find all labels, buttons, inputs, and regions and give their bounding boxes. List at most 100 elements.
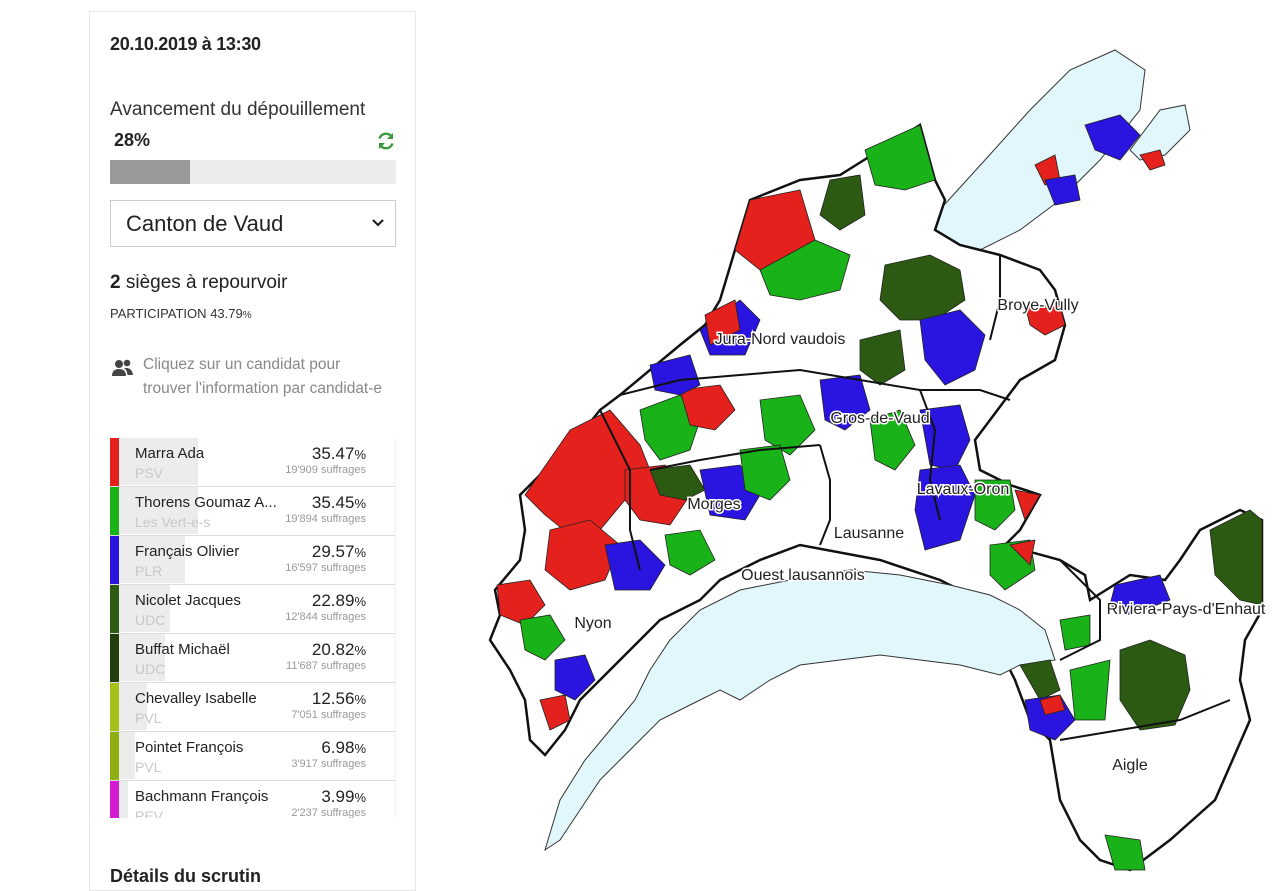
candidate-percent-unit: % <box>354 643 366 658</box>
candidate-percent: 35.47% <box>312 444 366 464</box>
candidate-percent: 22.89% <box>312 591 366 611</box>
candidate-percent-value: 3.99 <box>321 787 355 806</box>
candidate-votes: 19'909 suffrages <box>285 464 366 476</box>
party-color-bar <box>110 634 119 682</box>
candidate-percent-unit: % <box>354 692 366 707</box>
section-heading: Détails du scrutin <box>110 866 262 886</box>
update-datetime: 20.10.2019 à 13:30 <box>110 34 261 54</box>
district-label: Nyon <box>574 615 611 632</box>
candidate-percent-value: 20.82 <box>311 640 355 659</box>
candidate-row[interactable]: Nicolet Jacques UDC 22.89% 12'844 suffrages <box>110 585 396 634</box>
candidate-party: PVL <box>135 759 162 775</box>
candidate-votes: 2'237 suffrages <box>291 807 366 818</box>
users-icon <box>112 359 133 376</box>
candidate-percent-unit: % <box>354 790 366 805</box>
candidate-hint: Cliquez sur un candidat pour trouver l'i… <box>143 356 383 397</box>
candidate-votes: 3'917 suffrages <box>291 758 366 770</box>
candidate-votes: 7'051 suffrages <box>291 709 366 721</box>
candidate-percent: 29.57% <box>312 542 366 562</box>
region-select-value: Canton de Vaud <box>126 211 284 236</box>
district-label: Broye-Vully <box>997 297 1078 314</box>
count-progress-bar <box>110 160 396 184</box>
candidate-percent: 35.45% <box>312 493 366 513</box>
municipality-green[interactable] <box>864 124 936 191</box>
count-progress-fill <box>110 160 191 184</box>
candidate-name: Pointet François <box>135 739 244 756</box>
municipality-green[interactable] <box>1059 614 1091 651</box>
candidate-percent: 12.56% <box>312 689 366 709</box>
participation: PARTICIPATION 43.79% <box>110 306 252 321</box>
candidate-percent-unit: % <box>354 447 366 462</box>
candidate-votes: 19'894 suffrages <box>285 513 366 525</box>
candidate-name: Bachmann François <box>135 788 269 805</box>
seats-info: 2 sièges à repourvoir <box>110 272 287 294</box>
candidate-party: PEV <box>135 808 164 818</box>
count-progress-percent: 28% <box>114 130 151 150</box>
candidate-name: Nicolet Jacques <box>135 592 241 609</box>
candidate-percent-unit: % <box>354 594 366 609</box>
party-color-bar <box>110 536 119 584</box>
district-label: Morges <box>687 496 740 513</box>
municipality-green[interactable] <box>1069 659 1111 721</box>
party-color-bar <box>110 683 119 731</box>
district-label: Ouest lausannois <box>741 567 865 584</box>
candidate-party: UDC <box>135 612 166 628</box>
candidate-percent-unit: % <box>354 496 366 511</box>
candidate-votes: 11'687 suffrages <box>286 660 366 672</box>
candidate-row[interactable]: Bachmann François PEV 3.99% 2'237 suffrages <box>110 781 396 818</box>
candidate-percent-unit: % <box>354 545 366 560</box>
candidate-percent-value: 29.57 <box>311 542 355 561</box>
district-label: Aigle <box>1112 757 1148 774</box>
vote-share-bar <box>119 781 128 818</box>
candidate-row[interactable]: Thorens Goumaz A... Les Vert-e-s 35.45% 19'… <box>110 487 396 536</box>
party-color-bar <box>110 781 119 818</box>
candidate-name: Français Olivier <box>135 543 240 560</box>
participation-value: 43.79 <box>210 306 243 321</box>
refresh-icon[interactable] <box>376 131 396 151</box>
district-label: Riviera-Pays-d'Enhaut <box>1107 601 1266 618</box>
candidate-percent-value: 35.47 <box>311 444 355 463</box>
seats-label: sièges à repourvoir <box>125 272 288 293</box>
candidate-row[interactable]: Français Olivier PLR 29.57% 16'597 suffrage… <box>110 536 396 585</box>
candidate-percent-value: 12.56 <box>311 689 355 708</box>
candidate-list-scrollbar[interactable] <box>395 438 396 818</box>
party-color-bar <box>110 732 119 780</box>
seats-count: 2 <box>110 272 121 293</box>
candidate-votes: 12'844 suffrages <box>285 611 366 623</box>
vote-share-bar <box>119 732 135 779</box>
region-select[interactable]: Canton de Vaud <box>110 200 396 247</box>
party-color-bar <box>110 438 119 486</box>
district-label: Lavaux-Oron <box>917 481 1010 498</box>
district-label: Jura-Nord vaudois <box>715 331 846 348</box>
candidate-name: Buffat Michaël <box>135 641 230 658</box>
candidate-percent: 6.98% <box>321 738 366 758</box>
party-color-bar <box>110 487 119 535</box>
candidate-percent-unit: % <box>354 741 366 756</box>
participation-unit: % <box>242 310 252 321</box>
chevron-down-icon <box>372 219 384 227</box>
candidate-votes: 16'597 suffrages <box>285 562 366 574</box>
candidate-party: UDC <box>135 661 166 677</box>
vaud-results-map[interactable]: Jura-Nord vaudois Broye-Vully Gros-de-Vaud… <box>470 40 1270 875</box>
candidate-list[interactable]: Marra Ada PSV 35.47% 19'909 suffrages Thoren… <box>110 438 396 818</box>
results-panel: 20.10.2019 à 13:30 Avancement du dépouil… <box>89 11 416 891</box>
party-color-bar <box>110 585 119 633</box>
candidate-name: Chevalley Isabelle <box>135 690 257 707</box>
candidate-row[interactable]: Pointet François PVL 6.98% 3'917 suffrages <box>110 732 396 781</box>
candidate-row[interactable]: Chevalley Isabelle PVL 12.56% 7'051 suffrag… <box>110 683 396 732</box>
candidate-row[interactable]: Marra Ada PSV 35.47% 19'909 suffrages <box>110 438 396 487</box>
candidate-party: PSV <box>135 465 164 481</box>
candidate-party: Les Vert-e-s <box>135 514 211 530</box>
candidate-percent: 3.99% <box>321 787 366 807</box>
district-label: Gros-de-Vaud <box>830 410 929 427</box>
candidate-row[interactable]: Buffat Michaël UDC 20.82% 11'687 suffrages <box>110 634 396 683</box>
candidate-percent-value: 35.45 <box>311 493 355 512</box>
count-progress-label: Avancement du dépouillement <box>110 99 366 120</box>
candidate-percent-value: 22.89 <box>311 591 355 610</box>
candidate-percent-value: 6.98 <box>321 738 355 757</box>
candidate-name: Thorens Goumaz A... <box>135 494 277 511</box>
participation-label: PARTICIPATION <box>110 306 207 321</box>
candidate-party: PVL <box>135 710 162 726</box>
candidate-party: PLR <box>135 563 163 579</box>
candidate-percent: 20.82% <box>312 640 366 660</box>
